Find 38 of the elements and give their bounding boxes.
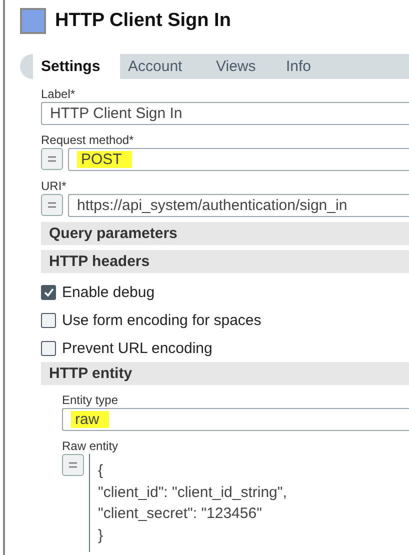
code-line: "client_id": "client_id_string",: [98, 482, 288, 502]
section-header[interactable]: Query parameters: [41, 222, 409, 245]
input-field[interactable]: raw: [62, 408, 409, 431]
expression-button[interactable]: [62, 454, 84, 476]
equals-icon: [48, 156, 56, 162]
input-field[interactable]: POST: [68, 148, 409, 171]
code-line: "client_secret": "123456": [98, 504, 263, 524]
code-line: {: [98, 461, 104, 481]
field-label: URI*: [41, 179, 68, 193]
checkbox[interactable]: [41, 284, 56, 300]
checkbox-label: Use form encoding for spaces: [62, 312, 262, 328]
section-header[interactable]: HTTP entity: [41, 362, 409, 385]
field-label: Label*: [41, 87, 76, 101]
checkbox-label: Prevent URL encoding: [62, 340, 212, 356]
field-value: HTTP Client Sign In: [50, 105, 182, 122]
field-label: Request method*: [41, 133, 135, 147]
node-icon: [20, 8, 46, 34]
input-field[interactable]: HTTP Client Sign In: [41, 102, 409, 125]
code-line: }: [98, 526, 104, 546]
tab[interactable]: Account: [120, 54, 208, 79]
expression-button[interactable]: [41, 194, 63, 216]
checkbox-label: Enable debug: [62, 284, 155, 300]
checkbox[interactable]: [41, 312, 56, 328]
highlighted-value: POST: [77, 151, 132, 168]
tab[interactable]: Views: [208, 54, 278, 79]
tab[interactable]: Info: [278, 54, 338, 79]
input-field[interactable]: https://api_system/authentication/sign_in: [68, 194, 409, 217]
checkbox[interactable]: [41, 340, 56, 356]
equals-icon: [48, 202, 56, 208]
highlighted-value: raw: [71, 411, 110, 428]
equals-icon: [69, 462, 77, 468]
expression-button[interactable]: [41, 148, 63, 170]
tab[interactable]: Settings: [33, 54, 120, 79]
field-label: Entity type: [62, 393, 120, 407]
field-label: Raw entity: [62, 439, 120, 453]
field-value: https://api_system/authentication/sign_in: [77, 197, 348, 214]
section-header[interactable]: HTTP headers: [41, 250, 409, 273]
window-title: HTTP Client Sign In: [55, 10, 231, 32]
